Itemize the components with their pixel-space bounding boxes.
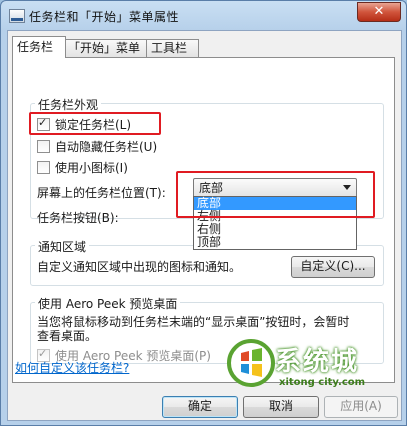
title-bar[interactable]: 任务栏和「开始」菜单属性 ✕ [1, 1, 406, 31]
help-link[interactable]: 如何自定义该任务栏? [15, 359, 129, 376]
highlight-box-location [176, 171, 375, 218]
customize-button[interactable]: 自定义(C)... [291, 256, 375, 278]
taskbar-buttons-label: 任务栏按钮(B): [37, 211, 119, 225]
notification-group-label: 通知区域 [35, 238, 90, 255]
tab-taskbar[interactable]: 任务栏 [12, 36, 66, 58]
location-option-top[interactable]: 顶部 [194, 236, 356, 249]
small-icons-row[interactable]: 使用小图标(I) [37, 159, 128, 176]
watermark-logo: 系统城 xitong city.com [223, 331, 399, 401]
small-icons-checkbox[interactable] [37, 161, 50, 174]
appearance-group-label: 任务栏外观 [35, 96, 102, 113]
taskbar-window-icon [9, 9, 25, 23]
tab-toolbars[interactable]: 工具栏 [146, 39, 199, 57]
watermark-brand: 系统城 [275, 347, 360, 377]
small-icons-label: 使用小图标(I) [55, 161, 128, 175]
aero-peek-group-label: 使用 Aero Peek 预览桌面 [35, 295, 181, 312]
close-icon: ✕ [373, 4, 385, 19]
taskbar-properties-window: 任务栏和「开始」菜单属性 ✕ 任务栏 「开始」菜单 工具栏 任务栏外观 锁定任务… [0, 0, 407, 426]
tab-start-menu[interactable]: 「开始」菜单 [63, 39, 147, 57]
close-button[interactable]: ✕ [357, 2, 401, 22]
auto-hide-label: 自动隐藏任务栏(U) [55, 140, 158, 154]
highlight-box-lock-taskbar [29, 112, 161, 135]
notification-text: 自定义通知区域中出现的图标和通知。 [37, 260, 242, 274]
auto-hide-row[interactable]: 自动隐藏任务栏(U) [37, 138, 157, 155]
window-title: 任务栏和「开始」菜单属性 [29, 10, 180, 24]
watermark-url: xitong city.com [279, 377, 366, 388]
location-label: 屏幕上的任务栏位置(T): [37, 186, 166, 200]
auto-hide-checkbox[interactable] [37, 140, 50, 153]
aero-peek-description-line2: 查看桌面。 [37, 329, 98, 343]
